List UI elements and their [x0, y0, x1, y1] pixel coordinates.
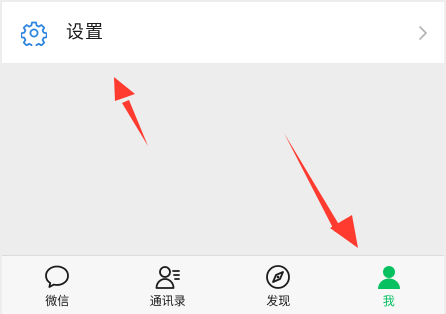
gear-icon	[21, 21, 47, 46]
tab-label: 发现	[266, 294, 291, 308]
tab-chats[interactable]: 微信	[2, 256, 113, 314]
tab-label: 微信	[45, 294, 70, 308]
tab-label: 通讯录	[149, 294, 186, 308]
chat-bubble-icon	[45, 265, 70, 288]
tab-label: 我	[382, 294, 395, 308]
chevron-right-icon	[419, 26, 427, 40]
tab-me[interactable]: 我	[334, 256, 445, 314]
contacts-icon	[155, 266, 180, 289]
settings-label: 设置	[66, 22, 104, 43]
tab-discover[interactable]: 发现	[223, 256, 334, 314]
arrow-annotation-me-tab	[284, 133, 358, 248]
app-screen: 设置 微信 通讯录 发现 我	[0, 0, 446, 314]
compass-icon	[266, 265, 291, 289]
arrow-annotation-settings	[114, 77, 148, 146]
person-icon	[377, 266, 400, 289]
bottom-tab-bar: 微信 通讯录 发现 我	[2, 255, 444, 314]
settings-row[interactable]: 设置	[2, 2, 444, 63]
tab-contacts[interactable]: 通讯录	[113, 256, 224, 314]
